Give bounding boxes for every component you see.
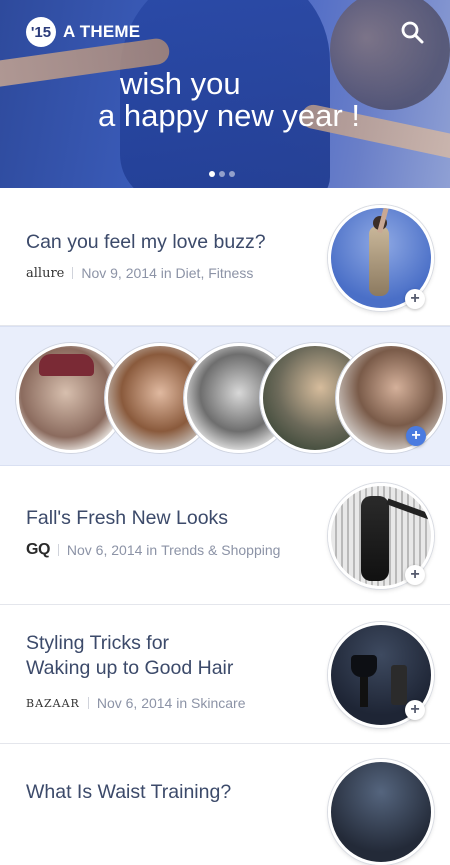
carousel-dot[interactable] — [209, 171, 215, 177]
logo-badge: '15 — [26, 17, 56, 47]
article-title: Styling Tricks for Waking up to Good Hai… — [26, 631, 233, 681]
article-row[interactable]: Fall's Fresh New Looks GQ Nov 6, 2014 in… — [0, 466, 450, 605]
article-row[interactable]: Styling Tricks for Waking up to Good Hai… — [0, 605, 450, 744]
carousel-dot[interactable] — [229, 171, 235, 177]
article-title-line: Waking up to Good Hair — [26, 657, 234, 679]
article-thumbnail[interactable] — [328, 759, 434, 865]
article-meta: GQ Nov 6, 2014 in Trends & Shopping — [26, 541, 280, 559]
carousel-dots — [209, 171, 235, 177]
article-in-label: in — [176, 695, 188, 711]
article-category[interactable]: Trends & Shopping — [161, 542, 280, 558]
meta-divider — [72, 267, 74, 279]
app-logo[interactable]: '15 A THEME — [26, 17, 140, 47]
article-title-line: Fall's Fresh New Looks — [26, 507, 229, 529]
article-title: Can you feel my love buzz? — [26, 230, 266, 255]
article-date: Nov 6, 2014 — [66, 542, 143, 558]
article-title: What Is Waist Training? — [26, 780, 231, 805]
publisher-logo: BAZAAR — [26, 696, 80, 710]
article-title-line: Can you feel my love buzz? — [26, 231, 266, 253]
add-button[interactable]: + — [405, 700, 425, 720]
add-button[interactable]: + — [405, 289, 425, 309]
article-category[interactable]: Skincare — [191, 695, 245, 711]
publisher-logo: GQ — [26, 541, 50, 558]
publisher-logo: allure — [26, 265, 65, 281]
hero-headline-line2: a happy new year ! — [98, 98, 360, 133]
add-story-button[interactable]: + — [406, 426, 426, 446]
carousel-dot[interactable] — [219, 171, 225, 177]
featured-strip: + — [0, 326, 450, 466]
meta-divider — [87, 697, 89, 709]
article-in-label: in — [160, 265, 172, 281]
article-date: Nov 9, 2014 — [81, 265, 157, 281]
article-row[interactable]: What Is Waist Training? — [0, 744, 450, 865]
hero-headline: wish you a happy new year ! — [0, 68, 450, 132]
article-in-label: in — [146, 542, 158, 558]
meta-divider — [57, 544, 59, 556]
article-category[interactable]: Diet, Fitness — [176, 265, 254, 281]
story-avatar[interactable] — [336, 343, 446, 453]
search-icon[interactable] — [400, 20, 424, 44]
article-date: Nov 6, 2014 — [96, 695, 173, 711]
article-meta: BAZAAR Nov 6, 2014 in Skincare — [26, 695, 246, 711]
article-meta: allure Nov 9, 2014 in Diet, Fitness — [26, 265, 253, 281]
hero-banner[interactable]: '15 A THEME wish you a happy new year ! — [0, 0, 450, 188]
article-title-line: Styling Tricks for — [26, 632, 170, 654]
article-title: Fall's Fresh New Looks — [26, 506, 228, 531]
logo-title: A THEME — [63, 22, 141, 41]
article-row[interactable]: Can you feel my love buzz? allure Nov 9,… — [0, 188, 450, 326]
add-button[interactable]: + — [405, 565, 425, 585]
hero-headline-line1: wish you — [120, 66, 241, 101]
